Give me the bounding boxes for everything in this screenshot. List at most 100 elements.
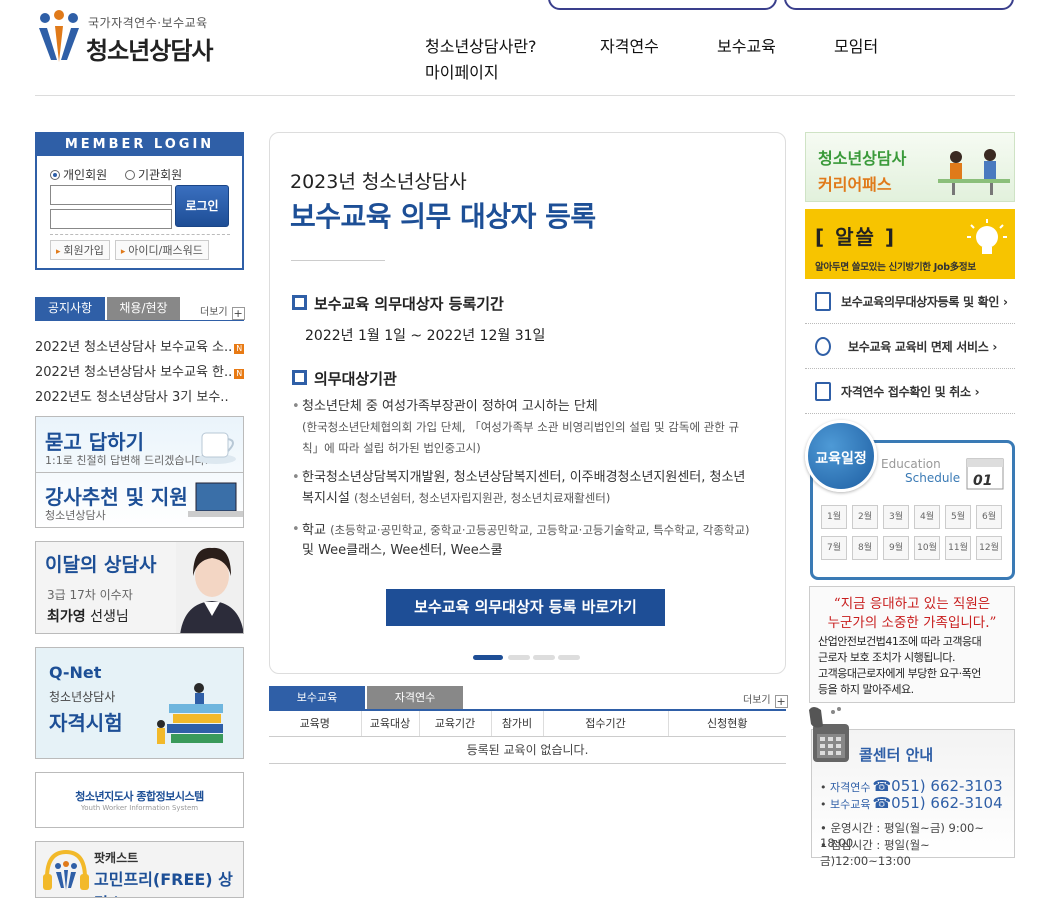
slide-year: 2023년 청소년상담사: [290, 171, 467, 193]
notice-item[interactable]: 2022년 청소년상담사 보수교육 소.. N: [35, 336, 245, 355]
tab-edu[interactable]: 보수교육: [269, 686, 365, 709]
calendar-icon: 01: [966, 458, 1004, 490]
notice-description: 산업안전보건법41조에 따라 고객응대 근로자 보호 조치가 시행됩니다. 고객…: [818, 635, 982, 696]
target-item: 학교 (초등학교·공민학교, 중학교·고등공민학교, 고등학교·고등기술학교, …: [292, 520, 752, 561]
career-path-banner[interactable]: 청소년상담사 커리어패스: [805, 132, 1015, 202]
schedule-badge: 교육일정: [805, 420, 877, 492]
new-badge: N: [234, 369, 245, 379]
call-center-title: 콜센터 안내: [859, 746, 934, 764]
headphones-icon: [43, 849, 89, 890]
nav-mypage[interactable]: 마이페이지: [425, 59, 499, 83]
slide-dot[interactable]: [508, 655, 530, 660]
nav-education[interactable]: 보수교육: [717, 33, 776, 57]
telephone-icon: [809, 707, 849, 762]
sys-en: Youth Worker Information System: [80, 804, 199, 812]
logo-subtitle: 국가자격연수·보수교육: [88, 16, 208, 30]
job-info-title: [ 알쓸 ]: [815, 225, 897, 249]
login-id-input[interactable]: [50, 185, 172, 205]
edu-schedule-table: 교육명 교육대상 교육기간 참가비 접수기간 신청현황 등록된 교육이 없습니다…: [269, 709, 786, 764]
tab-recruit[interactable]: 채용/현장: [107, 297, 180, 320]
nav-about[interactable]: 청소년상담사란?: [425, 33, 537, 57]
table-header-row: 교육명 교육대상 교육기간 참가비 접수기간 신청현황: [269, 710, 786, 737]
youth-worker-system-banner[interactable]: 청소년지도사 종합정보시스템 Youth Worker Information …: [35, 772, 244, 828]
podcast-banner[interactable]: 팟캐스트 고민프리(FREE) 상담소: [35, 841, 244, 898]
schedule-en1: Education: [881, 457, 941, 471]
login-links: 회원가입아이디/패스워드: [50, 240, 214, 260]
registration-period: 2022년 1월 1일 ~ 2022년 12월 31일: [305, 328, 546, 344]
register-shortcut-button[interactable]: 보수교육 의무대상자 등록 바로가기: [386, 589, 665, 626]
link-fee-exemption[interactable]: 보수교육 교육비 면제 서비스 ›: [805, 325, 1015, 369]
month-button[interactable]: 6월: [976, 505, 1002, 529]
career-line2: 커리어패스: [818, 175, 892, 194]
nav-community[interactable]: 모임터: [834, 33, 878, 57]
notice-tab-line: [35, 320, 244, 321]
header-divider: [35, 95, 1015, 96]
consultation-illustration-icon: [938, 149, 1010, 195]
tab-notice[interactable]: 공지사항: [35, 297, 105, 320]
table-row: 등록된 교육이 없습니다.: [269, 736, 786, 764]
month-button[interactable]: 11월: [945, 536, 971, 560]
qnet-title: 자격시험: [49, 711, 123, 735]
link-register-check[interactable]: 보수교육의무대상자등록 및 확인 ›: [805, 280, 1015, 324]
notice-more-link[interactable]: 더보기 +: [200, 303, 245, 320]
clipboard-icon: [815, 292, 831, 311]
col-fee: 참가비: [491, 710, 544, 737]
podcast-main: 고민프리(FREE) 상담소: [94, 870, 233, 897]
qa-lecturer-banner: 묻고 답하기 1:1로 친절히 답변해 드리겠습니다. 강사추천 및 지원 청소…: [35, 416, 244, 528]
lecturer-desc: 청소년상담사: [45, 509, 106, 522]
tab-cert[interactable]: 자격연수: [367, 686, 463, 709]
month-button[interactable]: 8월: [852, 536, 878, 560]
clipboard-icon: [815, 382, 831, 401]
month-button[interactable]: 3월: [883, 505, 909, 529]
job-info-banner[interactable]: [ 알쓸 ] 알아두면 쓸모있는 신기방기한 Job多정보: [805, 209, 1015, 279]
top-search-pill-2[interactable]: [784, 0, 1014, 10]
top-search-pill[interactable]: [548, 0, 777, 10]
col-target: 교육대상: [361, 710, 420, 737]
month-button[interactable]: 2월: [852, 505, 878, 529]
month-button[interactable]: 1월: [821, 505, 847, 529]
slide-dot[interactable]: [558, 655, 580, 660]
laptop-icon: [188, 482, 243, 517]
login-button[interactable]: 로그인: [175, 185, 229, 227]
notice-item[interactable]: 2022년 청소년상담사 보수교육 한.. N: [35, 361, 245, 380]
counselor-of-month-banner[interactable]: 이달의 상담사 3급 17차 이수자 최가영 선생님: [35, 541, 244, 634]
podcast-title: 팟캐스트: [94, 851, 139, 865]
qa-title: 묻고 답하기: [45, 430, 144, 454]
member-login-box: MEMBER LOGIN 개인회원 기관회원 로그인 회원가입아이디/패스워드: [35, 132, 244, 270]
schedule-en2: Schedule: [905, 471, 961, 485]
worker-protection-notice: “지금 응대하고 있는 직원은 누군가의 소중한 가족입니다.” 산업안전보건법4…: [809, 586, 1015, 703]
radio-unchecked-icon: [125, 170, 135, 180]
month-button[interactable]: 10월: [914, 536, 940, 560]
job-info-desc: 알아두면 쓸모있는 신기방기한 Job多정보: [815, 262, 976, 273]
month-button[interactable]: 9월: [883, 536, 909, 560]
career-line1: 청소년상담사: [818, 149, 907, 168]
month-button[interactable]: 4월: [914, 505, 940, 529]
col-name: 교육명: [269, 710, 362, 737]
logo-icon: [39, 10, 79, 62]
radio-organization[interactable]: 기관회원: [125, 168, 182, 182]
slide-dot-active[interactable]: [473, 655, 503, 660]
join-button[interactable]: 회원가입: [50, 240, 110, 260]
month-button[interactable]: 7월: [821, 536, 847, 560]
notice-item[interactable]: 2022년도 청소년상담사 3기 보수..: [35, 386, 229, 405]
month-button[interactable]: 12월: [976, 536, 1002, 560]
call-lunch: 점심시간 : 평일(월~금)12:00~13:00: [820, 837, 1014, 869]
month-button[interactable]: 5월: [945, 505, 971, 529]
slide-dot[interactable]: [533, 655, 555, 660]
member-type-radios: 개인회원 기관회원: [50, 166, 196, 183]
qnet-logo: Q-Net: [49, 663, 102, 682]
logo-title: 청소년상담사: [86, 37, 213, 65]
qa-desc: 1:1로 친절히 답변해 드리겠습니다.: [45, 454, 209, 467]
edu-more-link[interactable]: 더보기 +: [743, 691, 788, 708]
login-password-input[interactable]: [50, 209, 172, 229]
link-cert-cancel[interactable]: 자격연수 접수확인 및 취소 ›: [805, 370, 1015, 414]
plus-icon: +: [774, 695, 788, 708]
target-item: 한국청소년상담복지개발원, 청소년상담복지센터, 이주배경청소년지원센터, 청소…: [292, 468, 752, 509]
nav-certification[interactable]: 자격연수: [600, 33, 659, 57]
fee-exemption-icon: [815, 337, 831, 356]
radio-personal[interactable]: 개인회원: [50, 168, 107, 182]
lightbulb-icon: [967, 219, 1007, 254]
find-id-password-button[interactable]: 아이디/패스워드: [114, 240, 209, 260]
banner-divider: [36, 472, 243, 473]
qnet-exam-banner[interactable]: Q-Net 청소년상담사 자격시험: [35, 647, 244, 759]
